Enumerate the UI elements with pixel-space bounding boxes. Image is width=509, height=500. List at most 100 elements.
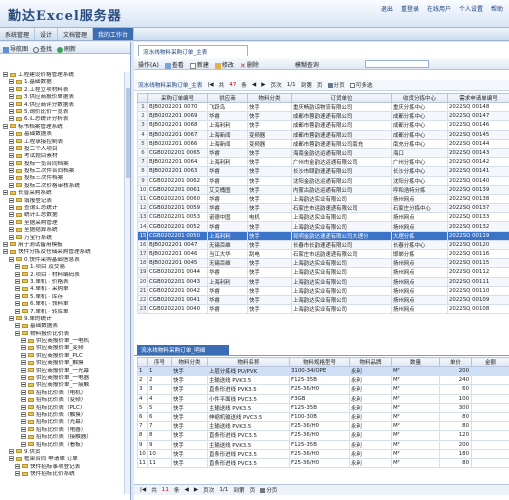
table-row[interactable]: 13 CGB0202201 0053 诺德中国 电机 上海韵达实业有限公司 扬州网点 202… — [137, 212, 509, 223]
expand-toggle-icon[interactable] — [9, 448, 14, 454]
tree-item[interactable]: 1.项目 及交易 — [0, 264, 125, 271]
expand-toggle-icon[interactable] — [9, 131, 14, 137]
tree-item[interactable]: 招标比价表（接触器） — [0, 434, 125, 441]
table-row[interactable]: 16 BJB0202201 0047 无锡百维 快手 长春市长韵速递有限公司 长春分拣中心… — [137, 239, 509, 251]
column-header[interactable]: 物料分类 — [247, 93, 292, 103]
column-header[interactable] — [137, 93, 148, 103]
expand-toggle-icon[interactable] — [15, 293, 20, 299]
view-button[interactable]: 查看 — [164, 60, 184, 69]
table-row[interactable]: 6 CGB0202201 0065 华睿 快手 海南金韵达运通有限公司 海口 2022SQ … — [137, 147, 509, 159]
detail-column-header[interactable]: 金额 — [471, 357, 509, 367]
detail-row[interactable]: 3 3 快手 直条形进线 PVK3.5 F25-36/H0 永利 M² 60 — [137, 384, 509, 395]
tree-item[interactable]: 快件分拣及仓储采购管理系统 — [0, 249, 125, 256]
detail-tab[interactable]: 流水线物料采购订单_明细 — [137, 345, 229, 355]
tree-item[interactable]: 7.单机 · 转库单 — [0, 308, 125, 316]
tree-item[interactable]: 招标比价表（看板） — [0, 441, 125, 449]
table-row[interactable]: 7 BJB0202201 0064 上海利利 快手 广州市金韵达运通有限公司 广州分拣中心… — [137, 157, 509, 168]
expand-toggle-icon[interactable] — [21, 426, 26, 432]
expand-toggle-icon[interactable] — [21, 411, 26, 417]
tree-item[interactable]: 4.单机 · 采购单 — [0, 286, 125, 293]
expand-toggle-icon[interactable] — [9, 108, 14, 114]
expand-toggle-icon[interactable] — [9, 197, 14, 203]
table-row[interactable]: 2 BJB0202201 0069 华睿 快手 成都市蓉韵速递有限公司 成都分拣中心 202… — [137, 111, 509, 122]
tree-item[interactable]: 供应商报价单_触摸 — [0, 360, 125, 367]
fuzzy-query-input[interactable] — [364, 60, 429, 68]
tree-item[interactable]: 考试题目素材 — [0, 153, 125, 160]
column-header[interactable]: 需求申请单编号 — [447, 93, 509, 103]
tree-item[interactable]: 6.单机 · 领料单 — [0, 301, 125, 308]
detail-column-header[interactable]: 物料分类 — [171, 357, 208, 367]
table-row[interactable]: 11 CGB0202201 0060 华睿 快手 上海韵达实业有限公司 扬州网点 2022S… — [137, 193, 509, 205]
detail-row[interactable]: 5 5 快手 主输送线 PVK3.5 F125-35B 永利 M² 300 — [137, 402, 509, 413]
multiselect-check-box[interactable] — [349, 83, 355, 88]
table-row[interactable]: 22 CGB0202201 0041 华睿 快手 上海韵达实业有限公司 扬州网点 2022S… — [137, 294, 509, 306]
detail-row[interactable]: 6 6 快手 伸缩机输送线 PVC3.5 F100-30B 永利 M² 80 — [137, 411, 509, 423]
tab-design[interactable]: 设计 — [35, 28, 59, 40]
nav-map-button[interactable]: 导航图 — [3, 44, 28, 53]
tree-item[interactable]: 至据结算系统 — [0, 227, 125, 234]
tree-item[interactable]: 3.单机 · 价格表 — [0, 278, 125, 286]
expand-toggle-icon[interactable] — [9, 79, 14, 85]
first-page-icon[interactable]: |◀ — [207, 82, 213, 88]
table-row[interactable]: 17 BJB0202201 0046 当江大华 刮电 石家庄市运韵速递有限公司 邯郸分拣 2… — [137, 248, 509, 260]
detail-paging-check-box[interactable] — [260, 488, 266, 493]
tree-item[interactable]: 招标比价表（PLC） — [0, 404, 125, 412]
expand-toggle-icon[interactable] — [21, 352, 26, 358]
expand-toggle-icon[interactable] — [21, 404, 26, 410]
expand-toggle-icon[interactable] — [21, 419, 26, 425]
expand-toggle-icon[interactable] — [3, 249, 8, 255]
expand-toggle-icon[interactable] — [15, 323, 20, 329]
detail-column-header[interactable]: 物料名称 — [207, 357, 290, 367]
table-row[interactable]: 21 CGB0202201 0042 华睿 快手 上海韵达实业有限公司 扬州网点 2022S… — [137, 285, 509, 296]
tree-item[interactable]: 2.项目 · 材料编码表 — [0, 271, 125, 279]
expand-toggle-icon[interactable] — [15, 286, 20, 292]
tree-item[interactable]: 9.单的统计 — [0, 315, 125, 323]
detail-column-header[interactable]: 物料品牌 — [349, 357, 392, 367]
tree-item[interactable]: 工程建设价格管理系统 — [0, 72, 125, 79]
expand-toggle-icon[interactable] — [9, 116, 14, 122]
table-row[interactable]: 9 CGB0202201 0062 华睿 快手 沈阳金韵达运通有限公司 沈阳分拣中心 202… — [137, 175, 509, 186]
detail-row[interactable]: 1 1 快手 上层分拣线 PU/PVK 3100-34/OPE 永利 M² 200 — [137, 365, 509, 377]
table-row[interactable]: 1 BJB0202201 0070 飞跃鸟 快手 重庆畅韵谅物流有限公司 重庆分拣中心 20… — [137, 101, 509, 113]
expand-toggle-icon[interactable] — [9, 175, 14, 181]
expand-toggle-icon[interactable] — [21, 441, 26, 447]
expand-toggle-icon[interactable] — [9, 256, 14, 262]
tree-item[interactable]: 6.汇总统计分析表 — [0, 116, 125, 123]
expand-toggle-icon[interactable] — [9, 153, 14, 159]
prev-page-icon[interactable]: ◀ — [252, 82, 256, 88]
tree-item[interactable]: 统计汇总数据 — [0, 212, 125, 219]
detail-column-header[interactable]: 物料规格型号 — [289, 357, 350, 367]
tree-item[interactable]: 基础数据表 — [0, 323, 125, 330]
expand-toggle-icon[interactable] — [9, 212, 14, 218]
expand-toggle-icon[interactable] — [15, 471, 20, 477]
tree-scrollbar-thumb[interactable] — [126, 88, 130, 178]
expand-toggle-icon[interactable] — [15, 463, 20, 469]
tree-item[interactable]: 用于测试备用模板 — [0, 241, 125, 249]
tree-item[interactable]: 供应商报价单_一光幕 — [0, 367, 125, 375]
tree-item[interactable]: 5.单机 · 库存 — [0, 293, 125, 301]
expand-toggle-icon[interactable] — [9, 145, 14, 151]
expand-toggle-icon[interactable] — [21, 389, 26, 395]
detail-row[interactable]: 4 4 快手 小件平面线 PVC3.5 F3GB 永利 M² 100 — [137, 393, 509, 404]
detail-column-header[interactable]: 单价 — [439, 357, 472, 367]
expand-toggle-icon[interactable] — [9, 160, 14, 166]
tree-item[interactable]: 9.供货 — [0, 448, 125, 456]
expand-toggle-icon[interactable] — [21, 382, 26, 388]
next-page-icon[interactable]: ▶ — [261, 82, 265, 88]
multiselect-checkbox[interactable]: 可多选 — [349, 81, 373, 89]
expand-toggle-icon[interactable] — [21, 367, 26, 373]
table-row[interactable]: 14 CGB0202201 0052 华睿 快手 上海韵达实业有限公司 扬州网点 2022S… — [137, 221, 509, 232]
tree-item[interactable]: 招标比价表（电器） — [0, 426, 125, 434]
tree-item[interactable]: 4.供应商评分数据表 — [0, 101, 125, 109]
expand-toggle-icon[interactable] — [15, 330, 20, 336]
relogin-link[interactable]: 重登录 — [401, 4, 419, 13]
find-button[interactable]: 查找 — [33, 44, 52, 53]
column-header[interactable]: 供应商 — [207, 93, 248, 103]
expand-toggle-icon[interactable] — [9, 227, 14, 233]
tree-item[interactable]: 查询汇总统计 — [0, 205, 125, 212]
tree-item[interactable]: 供应商报价单_一电器 — [0, 375, 125, 382]
detail-first-page-icon[interactable]: |◀ — [140, 487, 146, 493]
column-header[interactable]: 订货单位 — [291, 93, 392, 103]
expand-toggle-icon[interactable] — [9, 138, 14, 144]
tree-item[interactable]: 至据采购管理 — [0, 219, 125, 227]
